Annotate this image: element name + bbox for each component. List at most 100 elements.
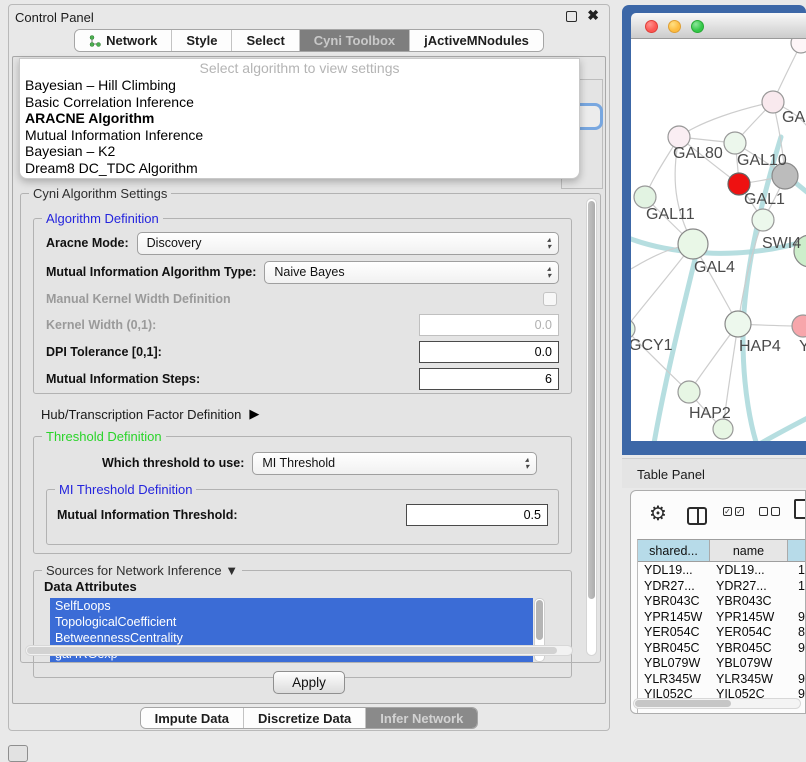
sources-group: Sources for Network Inference ▼ Data Att… (33, 570, 572, 678)
float-window-icon[interactable] (566, 11, 577, 22)
node-label: GAL4 (694, 259, 735, 277)
tab-impute-data[interactable]: Impute Data (141, 708, 244, 728)
table-row[interactable]: YDL19...YDL19...13 (638, 562, 805, 578)
aracne-mode-value: Discovery (147, 236, 202, 250)
which-threshold-label: Which threshold to use: (102, 456, 244, 470)
list-item[interactable]: BetweennessCentrality (50, 630, 533, 646)
table-horizontal-scrollbar[interactable] (633, 698, 801, 709)
table-panel-title: Table Panel (622, 458, 806, 488)
settings-horizontal-scrollbar[interactable] (25, 645, 573, 656)
node-table: shared... name A YDL19...YDL19...13 YDR2… (637, 539, 805, 713)
control-panel-tabbar: Network Style Select Cyni Toolbox jActiv… (9, 29, 609, 52)
tab-select[interactable]: Select (232, 30, 299, 51)
close-icon[interactable]: ✖ (587, 7, 599, 24)
select-all-columns-icon[interactable]: ✓✓ (723, 507, 744, 516)
zoom-traffic-light-icon[interactable] (691, 20, 704, 33)
threshold-definition-group: Threshold Definition Which threshold to … (33, 436, 572, 554)
cyni-settings-legend: Cyni Algorithm Settings (29, 186, 171, 201)
node-label: HAP2 (689, 405, 731, 423)
node-label: GAL80 (673, 145, 723, 163)
aracne-mode-select[interactable]: Discovery ▴▾ (137, 232, 559, 255)
list-item[interactable]: TopologicalCoefficient (50, 614, 533, 630)
minimize-traffic-light-icon[interactable] (668, 20, 681, 33)
threshold-definition-legend: Threshold Definition (42, 429, 166, 444)
node-label: Y (799, 338, 806, 356)
manual-kernel-checkbox[interactable] (543, 292, 557, 306)
which-threshold-select[interactable]: MI Threshold ▴▾ (252, 452, 537, 475)
table-row[interactable]: YDR27...YDR27...12 (638, 578, 805, 594)
document-icon[interactable] (794, 499, 806, 519)
algorithm-option[interactable]: Basic Correlation Inference (20, 94, 579, 111)
settings-vertical-scrollbar[interactable] (586, 198, 597, 656)
network-node[interactable] (678, 229, 708, 259)
table-row[interactable]: YBR043CYBR043C (638, 593, 805, 609)
collapse-arrow-icon: ▼ (225, 563, 238, 578)
table-toolbar: ⚙ ✓✓ (631, 491, 805, 539)
node-label: GAL11 (646, 206, 695, 224)
network-node[interactable] (678, 381, 700, 403)
tab-infer-network[interactable]: Infer Network (366, 708, 477, 728)
node-label: GAL1 (744, 191, 785, 209)
close-traffic-light-icon[interactable] (645, 20, 658, 33)
mi-type-select[interactable]: Naive Bayes ▴▾ (264, 261, 559, 284)
column-header-partial[interactable]: A (788, 540, 805, 561)
network-node[interactable] (791, 39, 806, 53)
dpi-tolerance-label: DPI Tolerance [0,1]: (46, 345, 162, 359)
network-canvas[interactable]: GAL GAL80 GAL10 GAL1 GAL11 SWI4 GAL4 GCY… (631, 39, 806, 441)
dpi-tolerance-field[interactable]: 0.0 (419, 341, 559, 363)
algorithm-option-selected[interactable]: ARACNE Algorithm (20, 110, 579, 127)
kernel-width-label: Kernel Width (0,1): (46, 318, 156, 332)
network-tab-icon (89, 35, 101, 47)
tab-network-label: Network (106, 33, 157, 48)
algorithm-definition-group: Algorithm Definition Aracne Mode: Discov… (33, 218, 572, 394)
aracne-mode-label: Aracne Mode: (46, 236, 129, 250)
table-row[interactable]: YBR045CYBR045C9. (638, 640, 805, 656)
tab-network[interactable]: Network (75, 30, 172, 51)
tab-style[interactable]: Style (172, 30, 232, 51)
table-row[interactable]: YER054CYER054C8. (638, 624, 805, 640)
sources-legend[interactable]: Sources for Network Inference ▼ (42, 563, 242, 578)
columns-icon[interactable] (687, 507, 707, 525)
network-node[interactable] (752, 209, 774, 231)
algorithm-option[interactable]: Bayesian – K2 (20, 143, 579, 160)
data-attributes-label: Data Attributes (44, 579, 561, 594)
algorithm-option[interactable]: Mutual Information Inference (20, 127, 579, 144)
network-node[interactable] (762, 91, 784, 113)
mi-threshold-field[interactable]: 0.5 (406, 504, 548, 526)
network-node[interactable] (792, 315, 806, 337)
column-header-name[interactable]: name (710, 540, 788, 561)
control-panel-title: Control Panel (15, 10, 94, 25)
tab-cyni-toolbox[interactable]: Cyni Toolbox (300, 30, 410, 51)
network-view-frame: GAL GAL80 GAL10 GAL1 GAL11 SWI4 GAL4 GCY… (622, 5, 806, 455)
network-node[interactable] (631, 319, 635, 339)
tab-jactivemnodules[interactable]: jActiveMNodules (410, 30, 543, 51)
network-node[interactable] (634, 186, 656, 208)
node-label: GAL10 (737, 152, 787, 170)
network-node[interactable] (725, 311, 751, 337)
hub-definition-expander[interactable]: Hub/Transcription Factor Definition ▶ (41, 406, 578, 422)
table-row[interactable]: YLR345WYLR345W9. (638, 671, 805, 687)
kernel-width-field[interactable]: 0.0 (419, 314, 559, 336)
column-header-shared-name[interactable]: shared... (638, 540, 710, 561)
tab-discretize-data[interactable]: Discretize Data (244, 708, 366, 728)
node-label: GAL (782, 109, 806, 127)
apply-button[interactable]: Apply (273, 671, 345, 694)
table-row[interactable]: YBL079WYBL079W (638, 655, 805, 671)
mi-type-label: Mutual Information Algorithm Type: (46, 265, 256, 279)
table-row[interactable]: YPR145WYPR145W9. (638, 609, 805, 625)
mi-type-value: Naive Bayes (274, 265, 344, 279)
minimized-panel-icon[interactable] (8, 745, 28, 762)
list-item[interactable]: SelfLoops (50, 598, 533, 614)
node-label: SWI4 (762, 235, 801, 253)
algorithm-definition-legend: Algorithm Definition (42, 211, 163, 226)
network-node[interactable] (724, 132, 746, 154)
network-window-titlebar[interactable] (631, 13, 806, 39)
mi-steps-field[interactable]: 6 (419, 368, 559, 390)
algorithm-option[interactable]: Bayesian – Hill Climbing (20, 77, 579, 94)
gear-icon[interactable]: ⚙ (649, 501, 667, 526)
combo-arrows-icon: ▴▾ (547, 265, 551, 279)
mi-threshold-label: Mutual Information Threshold: (57, 508, 238, 522)
which-threshold-value: MI Threshold (262, 456, 335, 470)
algorithm-option[interactable]: Dream8 DC_TDC Algorithm (20, 160, 579, 177)
deselect-all-columns-icon[interactable] (759, 507, 780, 516)
